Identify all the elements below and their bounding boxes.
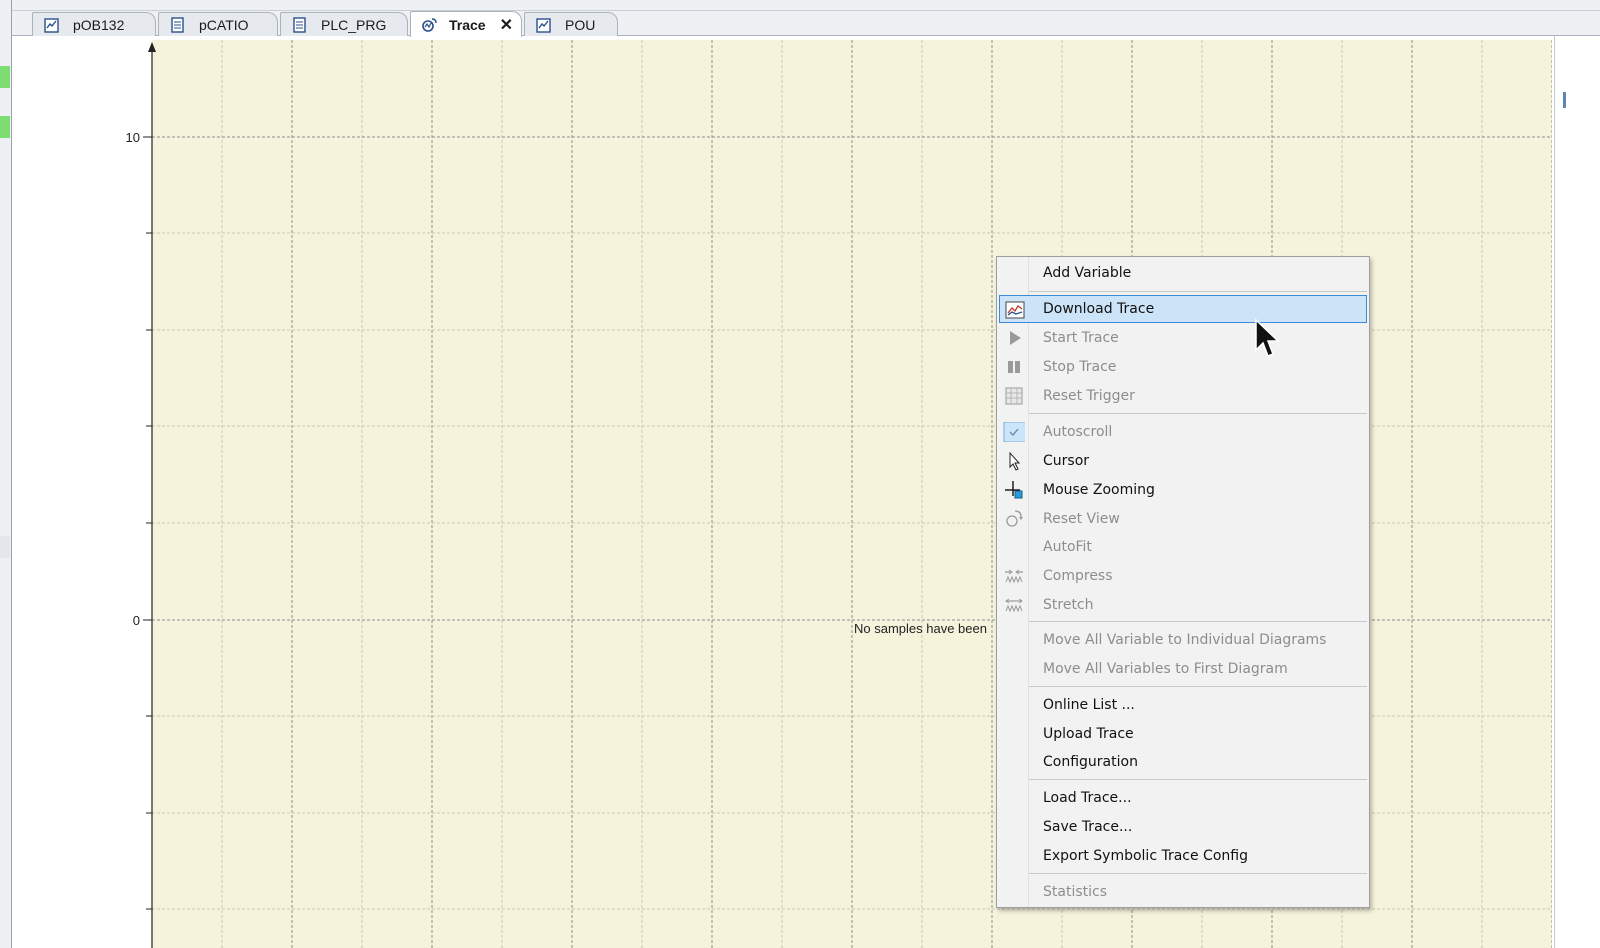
menu-item-configuration[interactable]: Configuration: [999, 748, 1367, 776]
menu-item-load-trace[interactable]: Load Trace...: [999, 784, 1367, 812]
pou-icon: [44, 17, 59, 33]
menu-item-label: Reset View: [1043, 511, 1120, 527]
document-icon: [293, 16, 306, 33]
menu-item-label: Export Symbolic Trace Config: [1043, 848, 1248, 864]
menu-item-stretch[interactable]: Stretch: [999, 591, 1367, 619]
menu-item-download-trace[interactable]: Download Trace: [999, 295, 1367, 323]
menu-item-label: AutoFit: [1043, 539, 1092, 555]
menu-item-label: Save Trace...: [1043, 819, 1133, 835]
menu-item-label: Configuration: [1043, 754, 1138, 770]
y-tick-label: 10: [126, 130, 140, 145]
menu-item-label: Download Trace: [1043, 301, 1155, 317]
menu-item-label: Cursor: [1043, 453, 1090, 469]
panel-marker: [0, 536, 10, 558]
menu-item-move-to-first-diagram[interactable]: Move All Variables to First Diagram: [999, 655, 1367, 683]
status-indicator: [0, 116, 10, 138]
menu-item-export-symbolic-trace-config[interactable]: Export Symbolic Trace Config: [999, 842, 1367, 870]
menu-item-online-list[interactable]: Online List ...: [999, 691, 1367, 719]
menu-item-label: Move All Variable to Individual Diagrams: [1043, 632, 1327, 648]
pou-icon: [536, 17, 551, 33]
pause-icon: [1008, 361, 1020, 373]
stretch-icon: [1005, 598, 1023, 613]
menu-item-reset-view[interactable]: Reset View: [999, 505, 1367, 533]
tab-label: pCATIO: [199, 16, 249, 33]
cursor-icon: [1009, 451, 1021, 471]
zoom-icon: [1005, 481, 1023, 499]
trace-context-menu: Add Variable Download Trace Start Trace …: [996, 256, 1370, 908]
menu-item-label: Upload Trace: [1043, 726, 1134, 742]
menu-item-label: Stop Trace: [1043, 359, 1117, 375]
right-panel-strip: [1554, 36, 1600, 948]
tab-label: PLC_PRG: [321, 16, 387, 33]
y-tick-label: 0: [133, 613, 140, 628]
menu-item-label: Online List ...: [1043, 697, 1135, 713]
tab-plc-prg[interactable]: PLC_PRG: [280, 12, 408, 36]
menu-item-upload-trace[interactable]: Upload Trace: [999, 720, 1367, 748]
menu-item-cursor[interactable]: Cursor: [999, 447, 1367, 475]
compress-icon: [1005, 569, 1023, 584]
panel-marker: [1563, 92, 1566, 108]
menu-item-autofit[interactable]: AutoFit: [999, 533, 1367, 561]
menu-item-label: Load Trace...: [1043, 790, 1132, 806]
menu-item-stop-trace[interactable]: Stop Trace: [999, 353, 1367, 381]
reset-trigger-icon: [1005, 387, 1023, 405]
menu-item-mouse-zooming[interactable]: Mouse Zooming: [999, 476, 1367, 504]
menu-item-compress[interactable]: Compress: [999, 562, 1367, 590]
menu-item-start-trace[interactable]: Start Trace: [999, 324, 1367, 352]
document-icon: [171, 16, 184, 33]
menu-item-label: Reset Trigger: [1043, 388, 1135, 404]
trace-icon: [422, 17, 437, 32]
menu-item-label: Statistics: [1043, 884, 1107, 900]
menu-item-move-to-individual-diagrams[interactable]: Move All Variable to Individual Diagrams: [999, 626, 1367, 654]
checkmark-icon: [1003, 422, 1025, 442]
menu-item-label: Add Variable: [1043, 265, 1132, 281]
menu-item-add-variable[interactable]: Add Variable: [999, 259, 1367, 287]
tab-pcatio[interactable]: pCATIO: [158, 12, 278, 36]
menu-item-statistics[interactable]: Statistics: [999, 878, 1367, 906]
tab-pob132[interactable]: pOB132: [32, 12, 156, 36]
menu-item-save-trace[interactable]: Save Trace...: [999, 813, 1367, 841]
menu-item-label: Stretch: [1043, 597, 1094, 613]
left-panel-strip: [0, 0, 12, 948]
menu-item-label: Compress: [1043, 568, 1113, 584]
menu-item-reset-trigger[interactable]: Reset Trigger: [999, 382, 1367, 410]
download-trace-icon: [1005, 301, 1025, 319]
reset-view-icon: [1006, 510, 1023, 527]
menu-item-label: Start Trace: [1043, 330, 1119, 346]
play-icon: [1010, 331, 1021, 345]
mouse-pointer-icon: [1255, 318, 1280, 357]
editor-tab-bar: pOB132 pCATIO PLC_PRG Trace ✕ POU: [12, 0, 1600, 37]
menu-item-label: Move All Variables to First Diagram: [1043, 661, 1288, 677]
tab-label: pOB132: [73, 16, 125, 33]
y-axis-ticks: [143, 136, 152, 910]
tab-label: POU: [565, 16, 596, 33]
empty-trace-message: No samples have been: [854, 621, 987, 636]
menu-item-autoscroll[interactable]: Autoscroll: [999, 418, 1367, 446]
menu-item-label: Mouse Zooming: [1043, 482, 1155, 498]
tab-label: Trace: [449, 16, 486, 33]
close-icon[interactable]: ✕: [500, 15, 513, 35]
tab-pou[interactable]: POU: [524, 12, 618, 36]
menu-item-label: Autoscroll: [1043, 424, 1113, 440]
tab-trace[interactable]: Trace ✕: [410, 11, 522, 37]
status-indicator: [0, 66, 10, 88]
